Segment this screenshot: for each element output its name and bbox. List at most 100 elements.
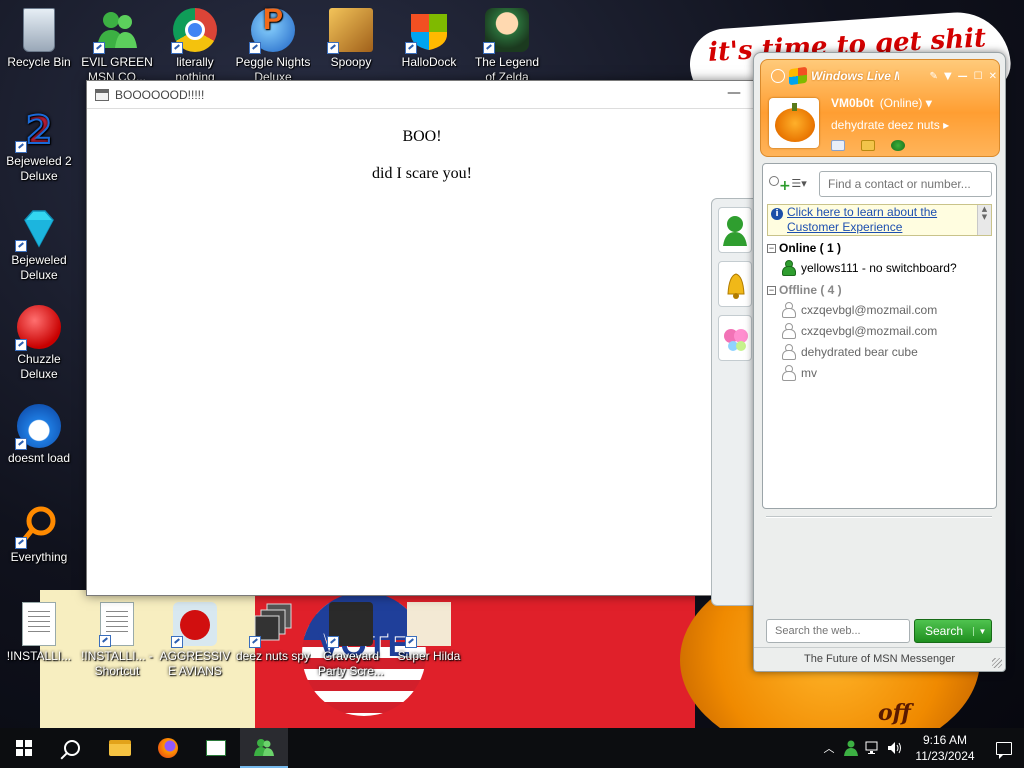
contact-item[interactable]: cxzqevbgl@mozmail.com bbox=[763, 299, 996, 320]
contact-item[interactable]: cxzqevbgl@mozmail.com bbox=[763, 320, 996, 341]
desktop-icon-label: HalloDock bbox=[401, 55, 457, 69]
contact-name: cxzqevbgl@mozmail.com bbox=[801, 323, 938, 338]
desktop-icon-graveyard[interactable]: Graveyard Party Scre... bbox=[313, 602, 389, 679]
taskbar-firefox[interactable] bbox=[144, 728, 192, 768]
desktop-icon-recycle-bin[interactable]: Recycle Bin bbox=[1, 8, 77, 70]
info-scrollbar[interactable]: ▲ ▼ bbox=[977, 205, 991, 235]
resize-grip-icon[interactable] bbox=[992, 658, 1002, 668]
desktop-icon-peggle[interactable]: Peggle Nights Deluxe bbox=[235, 8, 311, 85]
show-hidden-icons-icon[interactable]: ︿ bbox=[818, 728, 840, 768]
contact-name: yellows111 - no switchboard? bbox=[801, 260, 957, 275]
desktop-icon-bejeweled-2[interactable]: 2 Bejeweled 2 Deluxe bbox=[1, 107, 77, 184]
desktop-icon-literally-nothing[interactable]: literally nothing bbox=[157, 8, 233, 85]
web-search-input[interactable] bbox=[766, 619, 910, 643]
chuzzle-icon bbox=[15, 305, 61, 351]
menu-arrow-icon[interactable]: ▼ bbox=[944, 71, 952, 82]
desktop-icon-installer[interactable]: !INSTALLI... bbox=[1, 602, 77, 664]
desktop-icon-everything[interactable]: Everything bbox=[1, 503, 77, 565]
desktop-icon-bejeweled[interactable]: Bejeweled Deluxe bbox=[1, 206, 77, 283]
list-view-icon[interactable]: ☰▾ bbox=[791, 174, 813, 194]
tray-msn-icon[interactable] bbox=[840, 728, 862, 768]
taskbar: ︿ 9:16 AM 11/23/2024 bbox=[0, 728, 1024, 768]
desktop-icon-hallodock[interactable]: HalloDock bbox=[391, 8, 467, 70]
taskbar-file-explorer[interactable] bbox=[96, 728, 144, 768]
close-icon[interactable]: ✕ bbox=[989, 71, 997, 82]
add-contact-icon[interactable] bbox=[767, 174, 791, 194]
hilda-icon bbox=[405, 602, 451, 648]
legend-icon bbox=[483, 8, 529, 54]
boo-message: did I scare you! bbox=[372, 165, 472, 182]
peggle-icon bbox=[249, 8, 295, 54]
desktop-icon-aggressive-avians[interactable]: AGGRESSIVE AVIANS bbox=[157, 602, 233, 679]
graveyard-icon bbox=[327, 602, 373, 648]
header-icons bbox=[831, 140, 905, 151]
settings-icon[interactable]: ✎ bbox=[930, 71, 938, 82]
clock-time: 9:16 AM bbox=[922, 733, 968, 747]
status-arrow-icon[interactable]: ▾ bbox=[926, 96, 932, 110]
minimize-icon[interactable]: — bbox=[958, 71, 968, 82]
desktop-icon-deez-nuts-spy[interactable]: deez nuts spy bbox=[235, 602, 311, 664]
msn-titlebar[interactable]: Windows Live Messenger ✎ ▼ — ☐ ✕ bbox=[771, 64, 997, 88]
wallpaper-pumpkin-text: off bbox=[878, 700, 911, 726]
minimize-button[interactable]: — bbox=[711, 81, 757, 109]
desktop-icon-label: Bejeweled Deluxe bbox=[11, 253, 67, 282]
tab-contacts[interactable] bbox=[718, 207, 752, 253]
offline-buddy-icon bbox=[781, 344, 796, 360]
spoopy-icon bbox=[327, 8, 373, 54]
action-center-button[interactable] bbox=[984, 728, 1024, 768]
find-contact-input[interactable] bbox=[819, 171, 992, 197]
diamond-icon bbox=[15, 206, 61, 252]
clock-date: 11/23/2024 bbox=[915, 749, 975, 763]
taskbar-app-window[interactable] bbox=[192, 728, 240, 768]
desktop-icon-label: Super Hilda bbox=[397, 649, 461, 663]
desktop-icon-chuzzle[interactable]: Chuzzle Deluxe bbox=[1, 305, 77, 382]
contact-group-online: − Online ( 1 ) yellows111 - no switchboa… bbox=[763, 236, 996, 278]
taskbar-msn-messenger[interactable] bbox=[240, 728, 288, 768]
group-header-offline[interactable]: − Offline ( 4 ) bbox=[763, 278, 996, 299]
window-controls: ✎ ▼ — ☐ ✕ bbox=[930, 71, 997, 82]
contact-item[interactable]: yellows111 - no switchboard? bbox=[763, 257, 996, 278]
desktop-icon-label: deez nuts spy bbox=[235, 649, 311, 663]
desktop-icon-legend[interactable]: The Legend of Zelda bbox=[469, 8, 545, 85]
boo-window: BOOOOOOD!!!!! — BOO! did I scare you! bbox=[86, 80, 758, 596]
tab-fun[interactable] bbox=[718, 315, 752, 361]
start-button[interactable] bbox=[0, 728, 48, 768]
display-name[interactable]: VM0b0t (Online) ▾ bbox=[831, 96, 932, 110]
boo-titlebar[interactable]: BOOOOOOD!!!!! — bbox=[87, 81, 757, 109]
psm-arrow-icon: ▸ bbox=[943, 118, 950, 132]
desktop-icon-spoopy[interactable]: Spoopy bbox=[313, 8, 389, 70]
collapse-icon[interactable]: − bbox=[767, 243, 776, 253]
group-header-online[interactable]: − Online ( 1 ) bbox=[763, 236, 996, 257]
contact-item[interactable]: dehydrated bear cube bbox=[763, 341, 996, 362]
desktop-icon-super-hilda[interactable]: Super Hilda bbox=[391, 602, 467, 664]
web-search-row: Search ▼ bbox=[766, 619, 994, 643]
desktop-icon-doesnt-load[interactable]: doesnt load bbox=[1, 404, 77, 466]
desktop-icon-label: !INSTALLI... - Shortcut bbox=[81, 649, 153, 678]
volume-icon[interactable] bbox=[884, 728, 906, 768]
personal-message[interactable]: dehydrate deez nuts ▸ bbox=[831, 118, 949, 132]
display-name-text: VM0b0t bbox=[831, 96, 874, 110]
folder-icon[interactable] bbox=[861, 140, 875, 151]
avatar[interactable] bbox=[769, 98, 819, 148]
collapse-icon[interactable]: − bbox=[767, 285, 776, 295]
spaces-icon[interactable] bbox=[891, 140, 905, 151]
mail-icon[interactable] bbox=[831, 140, 845, 151]
maximize-icon[interactable]: ☐ bbox=[974, 71, 983, 82]
search-dropdown-icon[interactable]: ▼ bbox=[973, 626, 991, 636]
footer-text: The Future of MSN Messenger bbox=[803, 653, 955, 665]
contact-item[interactable]: mv bbox=[763, 362, 996, 383]
window-app-icon bbox=[95, 88, 109, 101]
tab-alerts[interactable] bbox=[718, 261, 752, 307]
desktop-icon-evil-green-msn[interactable]: EVIL GREEN MSN CO... bbox=[79, 8, 155, 85]
document-icon bbox=[99, 602, 134, 647]
network-icon[interactable] bbox=[862, 728, 884, 768]
back-icon[interactable] bbox=[771, 69, 785, 83]
desktop-icon-label: Graveyard Party Scre... bbox=[317, 649, 385, 678]
search-button[interactable]: Search ▼ bbox=[914, 619, 992, 643]
customer-experience-link[interactable]: Click here to learn about the Customer E… bbox=[787, 205, 967, 235]
status-text[interactable]: (Online) bbox=[880, 96, 923, 110]
desktop-icon-installer-shortcut[interactable]: !INSTALLI... - Shortcut bbox=[79, 602, 155, 679]
taskbar-search-button[interactable] bbox=[48, 728, 96, 768]
divider bbox=[766, 516, 992, 518]
clock[interactable]: 9:16 AM 11/23/2024 bbox=[906, 732, 984, 764]
